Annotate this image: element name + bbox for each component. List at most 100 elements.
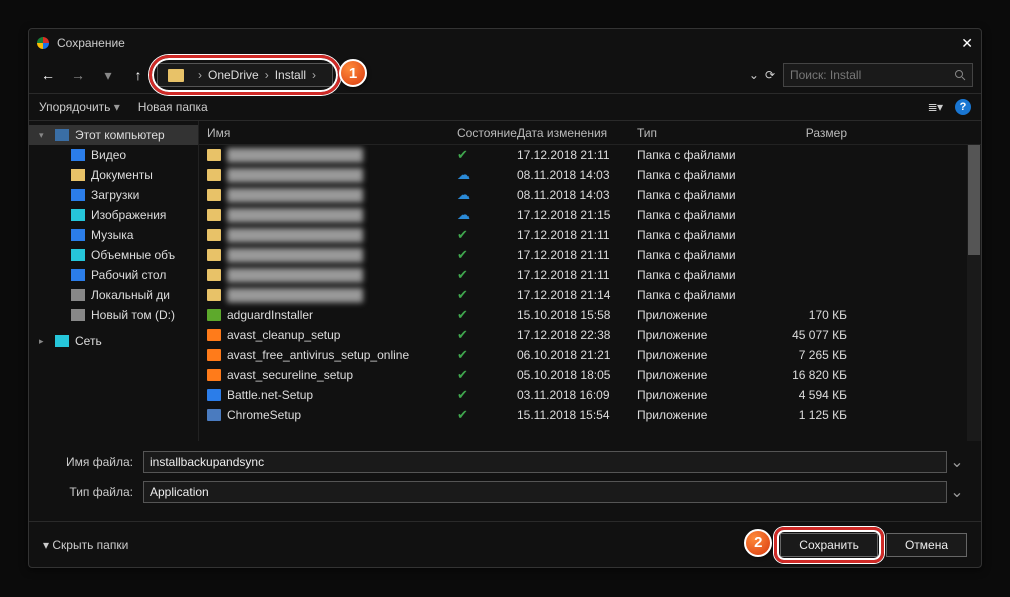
help-icon[interactable]: ? bbox=[955, 99, 971, 115]
sync-state-icon: ✔ bbox=[457, 387, 517, 403]
col-size[interactable]: Размер bbox=[767, 126, 847, 140]
breadcrumb[interactable]: › OneDrive › Install › 1 bbox=[157, 63, 333, 87]
sync-state-icon: ✔ bbox=[457, 327, 517, 343]
save-dialog: Сохранение ✕ ← → ▾ ↑ › OneDrive › Instal… bbox=[28, 28, 982, 568]
file-row[interactable]: ████████████████☁08.11.2018 14:03Папка с… bbox=[199, 165, 981, 185]
col-name[interactable]: Имя bbox=[207, 126, 457, 140]
tree-item[interactable]: Музыка bbox=[29, 225, 198, 245]
app-icon bbox=[207, 329, 221, 341]
breadcrumb-root[interactable]: OneDrive bbox=[208, 68, 259, 82]
file-pane: Имя Состояние Дата изменения Тип Размер … bbox=[199, 121, 981, 441]
new-folder-button[interactable]: Новая папка bbox=[138, 100, 208, 114]
folder-icon bbox=[207, 209, 221, 221]
save-button[interactable]: Сохранить bbox=[780, 533, 878, 557]
file-row[interactable]: ████████████████✔17.12.2018 21:11Папка с… bbox=[199, 225, 981, 245]
column-headers[interactable]: Имя Состояние Дата изменения Тип Размер bbox=[199, 121, 981, 145]
scrollbar[interactable] bbox=[967, 145, 981, 441]
search-placeholder: Поиск: Install bbox=[790, 68, 861, 82]
app-icon bbox=[207, 349, 221, 361]
filename-label: Имя файла: bbox=[43, 455, 143, 469]
app-icon bbox=[207, 389, 221, 401]
close-icon[interactable]: ✕ bbox=[961, 35, 973, 52]
file-row[interactable]: adguardInstaller✔15.10.2018 15:58Приложе… bbox=[199, 305, 981, 325]
titlebar: Сохранение ✕ bbox=[29, 29, 981, 57]
filename-history-icon[interactable]: ⌄ bbox=[947, 452, 967, 472]
folder-icon bbox=[207, 289, 221, 301]
tree-item[interactable]: Локальный ди bbox=[29, 285, 198, 305]
file-row[interactable]: ████████████████✔17.12.2018 21:11Папка с… bbox=[199, 245, 981, 265]
app-icon bbox=[207, 369, 221, 381]
nav-recent-icon[interactable]: ▾ bbox=[97, 67, 119, 84]
window-title: Сохранение bbox=[57, 36, 125, 50]
sync-state-icon: ✔ bbox=[457, 227, 517, 243]
history-dropdown-icon[interactable]: ⌄ bbox=[749, 68, 759, 82]
refresh-icon[interactable]: ⟳ bbox=[765, 68, 775, 82]
folder-icon bbox=[207, 229, 221, 241]
sync-state-icon: ☁ bbox=[457, 167, 517, 183]
filetype-select[interactable]: Application bbox=[143, 481, 947, 503]
folder-icon bbox=[207, 169, 221, 181]
file-row[interactable]: ████████████████☁17.12.2018 21:15Папка с… bbox=[199, 205, 981, 225]
file-row[interactable]: ChromeSetup✔15.11.2018 15:54Приложение1 … bbox=[199, 405, 981, 425]
file-row[interactable]: avast_free_antivirus_setup_online✔06.10.… bbox=[199, 345, 981, 365]
navbar: ← → ▾ ↑ › OneDrive › Install › 1 ⌄ ⟳ Пои… bbox=[29, 57, 981, 93]
sync-state-icon: ✔ bbox=[457, 267, 517, 283]
sync-state-icon: ✔ bbox=[457, 147, 517, 163]
toolbar: Упорядочить Новая папка ≣ ▾ ? bbox=[29, 93, 981, 121]
view-menu-icon[interactable]: ≣ ▾ bbox=[928, 100, 941, 114]
sync-state-icon: ✔ bbox=[457, 347, 517, 363]
footer: Скрыть папки 2 Сохранить Отмена bbox=[29, 521, 981, 567]
tree-item[interactable]: Загрузки bbox=[29, 185, 198, 205]
col-state[interactable]: Состояние bbox=[457, 126, 517, 140]
file-row[interactable]: Battle.net-Setup✔03.11.2018 16:09Приложе… bbox=[199, 385, 981, 405]
tree-item[interactable]: Новый том (D:) bbox=[29, 305, 198, 325]
save-form: Имя файла: installbackupandsync ⌄ Тип фа… bbox=[29, 441, 981, 505]
nav-forward-icon: → bbox=[67, 67, 89, 83]
breadcrumb-leaf[interactable]: Install bbox=[275, 68, 306, 82]
filename-input[interactable]: installbackupandsync bbox=[143, 451, 947, 473]
sync-state-icon: ☁ bbox=[457, 207, 517, 223]
filetype-label: Тип файла: bbox=[43, 485, 143, 499]
app-icon bbox=[207, 309, 221, 321]
tree-item[interactable]: Документы bbox=[29, 165, 198, 185]
folder-icon bbox=[168, 69, 184, 82]
chrome-icon bbox=[37, 37, 49, 49]
tree-item[interactable]: Объемные объ bbox=[29, 245, 198, 265]
file-row[interactable]: ████████████████✔17.12.2018 21:11Папка с… bbox=[199, 145, 981, 165]
search-icon bbox=[954, 69, 966, 81]
filetype-dropdown-icon[interactable]: ⌄ bbox=[947, 482, 967, 502]
file-row[interactable]: avast_secureline_setup✔05.10.2018 18:05П… bbox=[199, 365, 981, 385]
app-icon bbox=[207, 409, 221, 421]
folder-icon bbox=[207, 269, 221, 281]
search-input[interactable]: Поиск: Install bbox=[783, 63, 973, 87]
nav-back-icon[interactable]: ← bbox=[37, 67, 59, 83]
sync-state-icon: ✔ bbox=[457, 247, 517, 263]
file-row[interactable]: avast_cleanup_setup✔17.12.2018 22:38Прил… bbox=[199, 325, 981, 345]
sync-state-icon: ✔ bbox=[457, 307, 517, 323]
tree-item[interactable]: Рабочий стол bbox=[29, 265, 198, 285]
organize-menu[interactable]: Упорядочить bbox=[39, 100, 120, 114]
tree-item[interactable]: Изображения bbox=[29, 205, 198, 225]
file-row[interactable]: ████████████████✔17.12.2018 21:11Папка с… bbox=[199, 265, 981, 285]
tree-this-pc[interactable]: ▾Этот компьютер bbox=[29, 125, 198, 145]
annotation-badge-1: 1 bbox=[339, 59, 367, 87]
folder-icon bbox=[207, 249, 221, 261]
folder-icon bbox=[207, 149, 221, 161]
tree-network[interactable]: ▸Сеть bbox=[29, 331, 198, 351]
sync-state-icon: ☁ bbox=[457, 187, 517, 203]
folder-icon bbox=[207, 189, 221, 201]
sync-state-icon: ✔ bbox=[457, 407, 517, 423]
sync-state-icon: ✔ bbox=[457, 287, 517, 303]
col-date[interactable]: Дата изменения bbox=[517, 126, 637, 140]
scrollbar-thumb[interactable] bbox=[968, 145, 980, 255]
cancel-button[interactable]: Отмена bbox=[886, 533, 967, 557]
sync-state-icon: ✔ bbox=[457, 367, 517, 383]
tree-item[interactable]: Видео bbox=[29, 145, 198, 165]
annotation-badge-2: 2 bbox=[744, 529, 772, 557]
file-row[interactable]: ████████████████☁08.11.2018 14:03Папка с… bbox=[199, 185, 981, 205]
nav-up-icon[interactable]: ↑ bbox=[127, 67, 149, 83]
nav-tree[interactable]: ▾Этот компьютер ВидеоДокументыЗагрузкиИз… bbox=[29, 121, 199, 441]
hide-folders-toggle[interactable]: Скрыть папки bbox=[43, 538, 128, 552]
col-type[interactable]: Тип bbox=[637, 126, 767, 140]
file-row[interactable]: ████████████████✔17.12.2018 21:14Папка с… bbox=[199, 285, 981, 305]
